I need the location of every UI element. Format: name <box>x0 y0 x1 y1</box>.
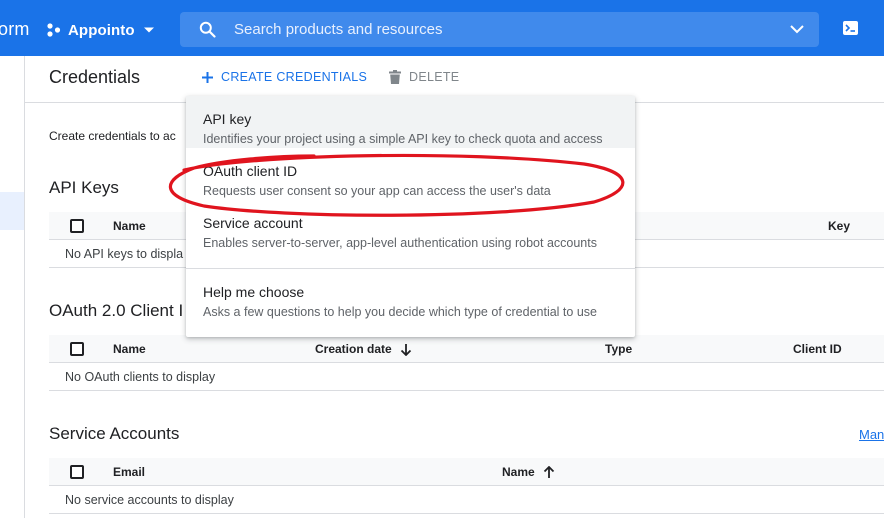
menu-item-description: Identifies your project using a simple A… <box>203 132 603 146</box>
delete-button[interactable]: DELETE <box>389 70 459 84</box>
column-header-client-id[interactable]: Client ID <box>793 342 842 356</box>
column-header-name[interactable]: Name <box>113 342 146 356</box>
column-header-creation-date[interactable]: Creation date <box>315 342 412 356</box>
trash-icon <box>389 70 401 84</box>
page-title: Credentials <box>49 67 141 87</box>
highlight-ellipse-annotation <box>168 153 625 217</box>
service-accounts-title: Service Accounts <box>49 424 180 443</box>
empty-message: No API keys to displa <box>65 247 184 261</box>
terminal-icon <box>845 24 855 32</box>
create-credentials-label: CREATE CREDENTIALS <box>221 70 368 84</box>
top-app-bar: orm Appointo Search products and resourc… <box>0 0 884 56</box>
arrow-down-icon <box>400 343 411 356</box>
menu-item-description: Asks a few questions to help you decide … <box>203 305 597 319</box>
create-credentials-button[interactable]: CREATE CREDENTIALS <box>201 70 367 84</box>
search-bar[interactable]: Search products and resources <box>180 12 819 47</box>
column-header-label: Creation date <box>315 342 392 356</box>
oauth-clients-title: OAuth 2.0 Client I <box>49 301 184 320</box>
select-all-checkbox[interactable] <box>70 219 84 233</box>
empty-message: No service accounts to display <box>65 493 234 507</box>
project-selector[interactable]: Appointo <box>46 18 155 42</box>
chevron-down-icon[interactable] <box>789 23 805 35</box>
column-header-email[interactable]: Email <box>113 465 145 479</box>
menu-item-title: Help me choose <box>203 284 305 300</box>
oauth-table-header: Name Creation date Type Client ID <box>49 335 884 363</box>
intro-text: Create credentials to ac <box>49 129 176 143</box>
project-name: Appointo <box>68 21 135 39</box>
menu-item-description: Enables server-to-server, app-level auth… <box>203 236 597 250</box>
service-accounts-empty-row: No service accounts to display <box>49 486 884 514</box>
search-icon <box>199 21 216 38</box>
delete-label: DELETE <box>409 70 460 84</box>
menu-item-help-me-choose[interactable]: Help me choose Asks a few questions to h… <box>186 269 635 321</box>
caret-down-icon <box>143 27 154 33</box>
select-all-checkbox[interactable] <box>70 465 84 479</box>
column-header-name-sort[interactable]: Name <box>502 465 555 479</box>
manage-service-accounts-link[interactable]: Man <box>859 427 884 442</box>
product-name-fragment[interactable]: orm <box>0 19 30 40</box>
arrow-up-icon <box>543 465 554 478</box>
menu-item-title: API key <box>203 111 252 127</box>
plus-icon <box>202 71 213 83</box>
select-all-checkbox[interactable] <box>70 342 84 356</box>
empty-message: No OAuth clients to display <box>65 370 216 384</box>
project-dots-icon <box>47 23 61 37</box>
service-accounts-table-header: Email Name <box>49 458 884 486</box>
column-header-type[interactable]: Type <box>605 342 632 356</box>
search-input[interactable]: Search products and resources <box>234 21 442 38</box>
api-keys-title: API Keys <box>49 178 119 197</box>
column-header-key[interactable]: Key <box>828 219 850 233</box>
menu-item-api-key[interactable]: API key Identifies your project using a … <box>186 96 635 148</box>
left-nav-rail <box>0 56 25 518</box>
column-header-label: Name <box>502 465 535 479</box>
column-header-name[interactable]: Name <box>113 219 146 233</box>
cloud-shell-button[interactable] <box>843 21 858 35</box>
nav-item-credentials-active[interactable] <box>0 192 24 230</box>
oauth-empty-row: No OAuth clients to display <box>49 363 884 391</box>
